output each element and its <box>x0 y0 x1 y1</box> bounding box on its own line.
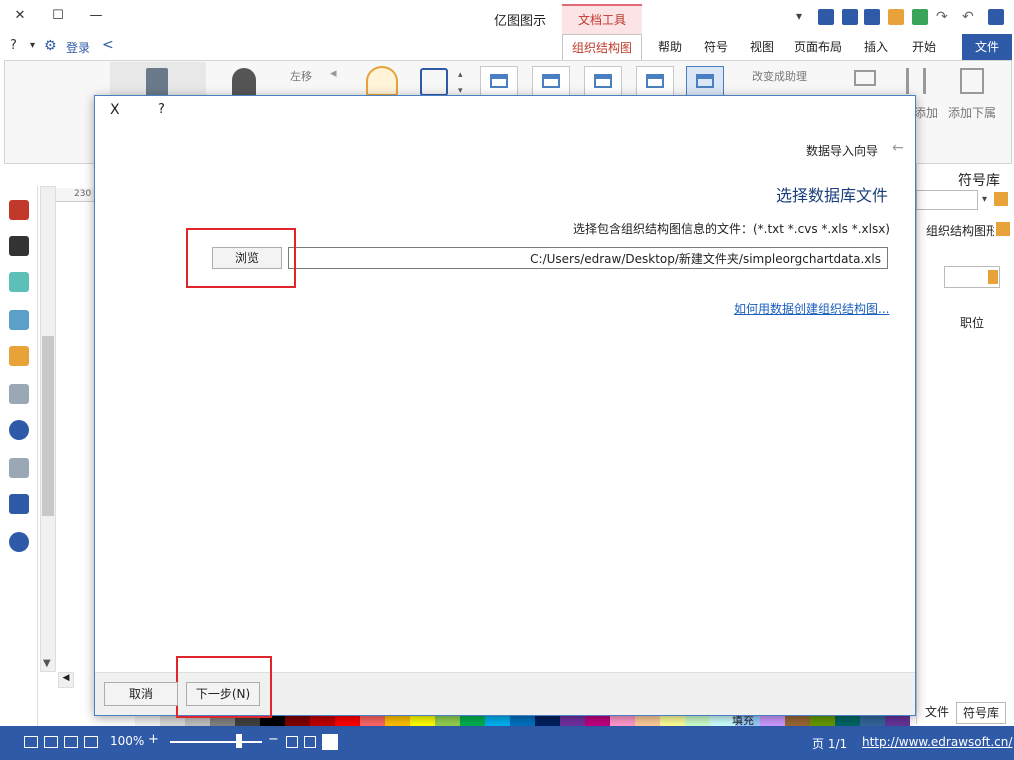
comment-icon[interactable] <box>9 494 29 514</box>
app-logo-icon <box>988 9 1004 25</box>
tab-org-chart[interactable]: 组织结构图 <box>562 34 642 61</box>
scrollbar-thumb[interactable] <box>42 336 54 516</box>
node-icon[interactable] <box>906 68 926 94</box>
full-screen-icon[interactable] <box>84 736 98 748</box>
undo-icon[interactable]: ↶ <box>962 9 978 25</box>
back-arrow-icon[interactable]: ← <box>892 140 904 156</box>
zoom-level[interactable]: 100% <box>110 734 144 748</box>
image-icon[interactable] <box>9 310 29 330</box>
website-link[interactable]: http://www.edrawsoft.cn/ <box>862 735 1012 749</box>
document-icon[interactable] <box>9 384 29 404</box>
dropdown-icon[interactable]: ▾ <box>30 40 35 51</box>
layout-style-5[interactable] <box>686 66 724 96</box>
arrow-left-icon: ◂ <box>330 66 337 81</box>
next-button[interactable]: 下一步(N) <box>186 682 260 706</box>
minimize-button[interactable]: — <box>86 8 106 26</box>
left-toolbar <box>0 186 38 726</box>
help-circle-icon[interactable] <box>9 532 29 552</box>
library-icon[interactable] <box>994 192 1008 206</box>
page-indicator: 页 1/1 <box>812 737 848 751</box>
change-assistant-button[interactable]: 改变成助理 <box>752 68 807 84</box>
open-icon[interactable] <box>888 9 904 25</box>
dialog-close-button[interactable]: X <box>110 102 120 118</box>
dialog-help-button[interactable]: ? <box>158 102 165 117</box>
zoom-out-button[interactable]: − <box>268 732 279 747</box>
maximize-button[interactable]: ☐ <box>48 8 68 26</box>
help-icon[interactable]: ? <box>10 38 17 53</box>
org-node-icon[interactable] <box>366 66 398 96</box>
category-icon <box>996 222 1010 236</box>
page-view-icon[interactable] <box>304 736 316 748</box>
tab-page-layout[interactable]: 页面布局 <box>788 34 848 60</box>
node-icon[interactable] <box>854 70 876 86</box>
print-icon[interactable] <box>842 9 858 25</box>
fit-width-icon[interactable] <box>64 736 78 748</box>
title-bar: ✕ ☐ — 亿图图示 文档工具 ▾ ↷ ↶ <box>0 0 1014 34</box>
layout-style-4[interactable] <box>636 66 674 96</box>
tab-start[interactable]: 开始 <box>904 34 944 60</box>
line-tool-icon[interactable] <box>9 236 29 256</box>
right-panel <box>916 164 1014 724</box>
cancel-button[interactable]: 取消 <box>104 682 178 706</box>
layout-style-1[interactable] <box>480 66 518 96</box>
new-icon[interactable] <box>912 9 928 25</box>
tab-symbols[interactable]: 符号库 <box>956 702 1006 724</box>
scroll-down-icon[interactable]: ▼ <box>43 658 51 669</box>
layout-style-3[interactable] <box>584 66 622 96</box>
presentation-icon[interactable] <box>286 736 298 748</box>
tab-insert[interactable]: 插入 <box>856 34 896 60</box>
browse-button[interactable]: 浏览 <box>212 247 282 269</box>
panel-search-input[interactable] <box>916 190 978 210</box>
position-shape-icon <box>988 270 998 284</box>
context-tab-label: 文档工具 <box>562 4 642 34</box>
login-link[interactable]: 登录 <box>66 39 90 56</box>
attachment-icon[interactable] <box>9 458 29 478</box>
wizard-title: 数据导入向导 <box>806 144 879 158</box>
tab-file[interactable]: 文件 <box>962 34 1012 60</box>
move-left-button[interactable]: 左移 <box>290 68 312 84</box>
zoom-in-button[interactable]: + <box>148 732 159 747</box>
dropdown-icon[interactable]: ▾ <box>796 9 812 25</box>
ruler-mark: 230 <box>74 189 92 199</box>
app-title: 亿图图示 <box>494 14 547 29</box>
normal-view-icon[interactable] <box>322 734 338 750</box>
layer-icon[interactable] <box>9 346 29 366</box>
page-icon[interactable] <box>818 9 834 25</box>
shape-fill-icon[interactable] <box>9 272 29 292</box>
fit-page-icon[interactable] <box>44 736 58 748</box>
dropdown-icon[interactable]: ▾ <box>982 194 987 205</box>
add-colleague-button[interactable]: 添加 <box>914 104 938 121</box>
share-icon[interactable]: < <box>102 37 114 53</box>
person-icon[interactable] <box>232 68 256 96</box>
scroll-left-icon[interactable]: ◀ <box>58 672 74 688</box>
layout-style-2[interactable] <box>532 66 570 96</box>
dialog-heading: 选择数据库文件 <box>776 186 889 205</box>
tab-files[interactable]: 文件 <box>918 702 956 724</box>
fill-bucket-icon[interactable] <box>9 200 29 220</box>
file-instruction: 选择包含组织结构图信息的文件：(*.txt *.cvs *.xls *.xlsx… <box>572 222 890 236</box>
zoom-slider-track[interactable] <box>170 741 262 743</box>
save-icon[interactable] <box>864 9 880 25</box>
shape-label: 职位 <box>960 316 985 330</box>
gear-icon[interactable]: ⚙ <box>44 38 57 54</box>
tab-symbol[interactable]: 符号 <box>696 34 736 60</box>
close-window-button[interactable]: ✕ <box>10 8 30 26</box>
panel-title: 符号库 <box>958 173 1000 189</box>
database-icon[interactable] <box>146 68 168 96</box>
category-label[interactable]: 组织结构图形状 <box>926 222 994 239</box>
tab-view[interactable]: 视图 <box>742 34 782 60</box>
zoom-slider-thumb[interactable] <box>236 734 242 748</box>
scroll-up-icon[interactable]: ▴ <box>458 70 463 80</box>
globe-icon[interactable] <box>9 420 29 440</box>
grid-view-icon[interactable] <box>24 736 38 748</box>
how-to-link[interactable]: 如何用数据创建组织结构图... <box>734 300 889 317</box>
swap-icon[interactable] <box>420 68 448 96</box>
redo-icon[interactable]: ↷ <box>936 9 952 25</box>
tab-help[interactable]: 帮助 <box>650 34 690 60</box>
subordinate-icon[interactable] <box>960 68 984 94</box>
add-subordinate-button[interactable]: 添加下属 <box>948 104 996 121</box>
file-path-input[interactable] <box>288 247 888 269</box>
